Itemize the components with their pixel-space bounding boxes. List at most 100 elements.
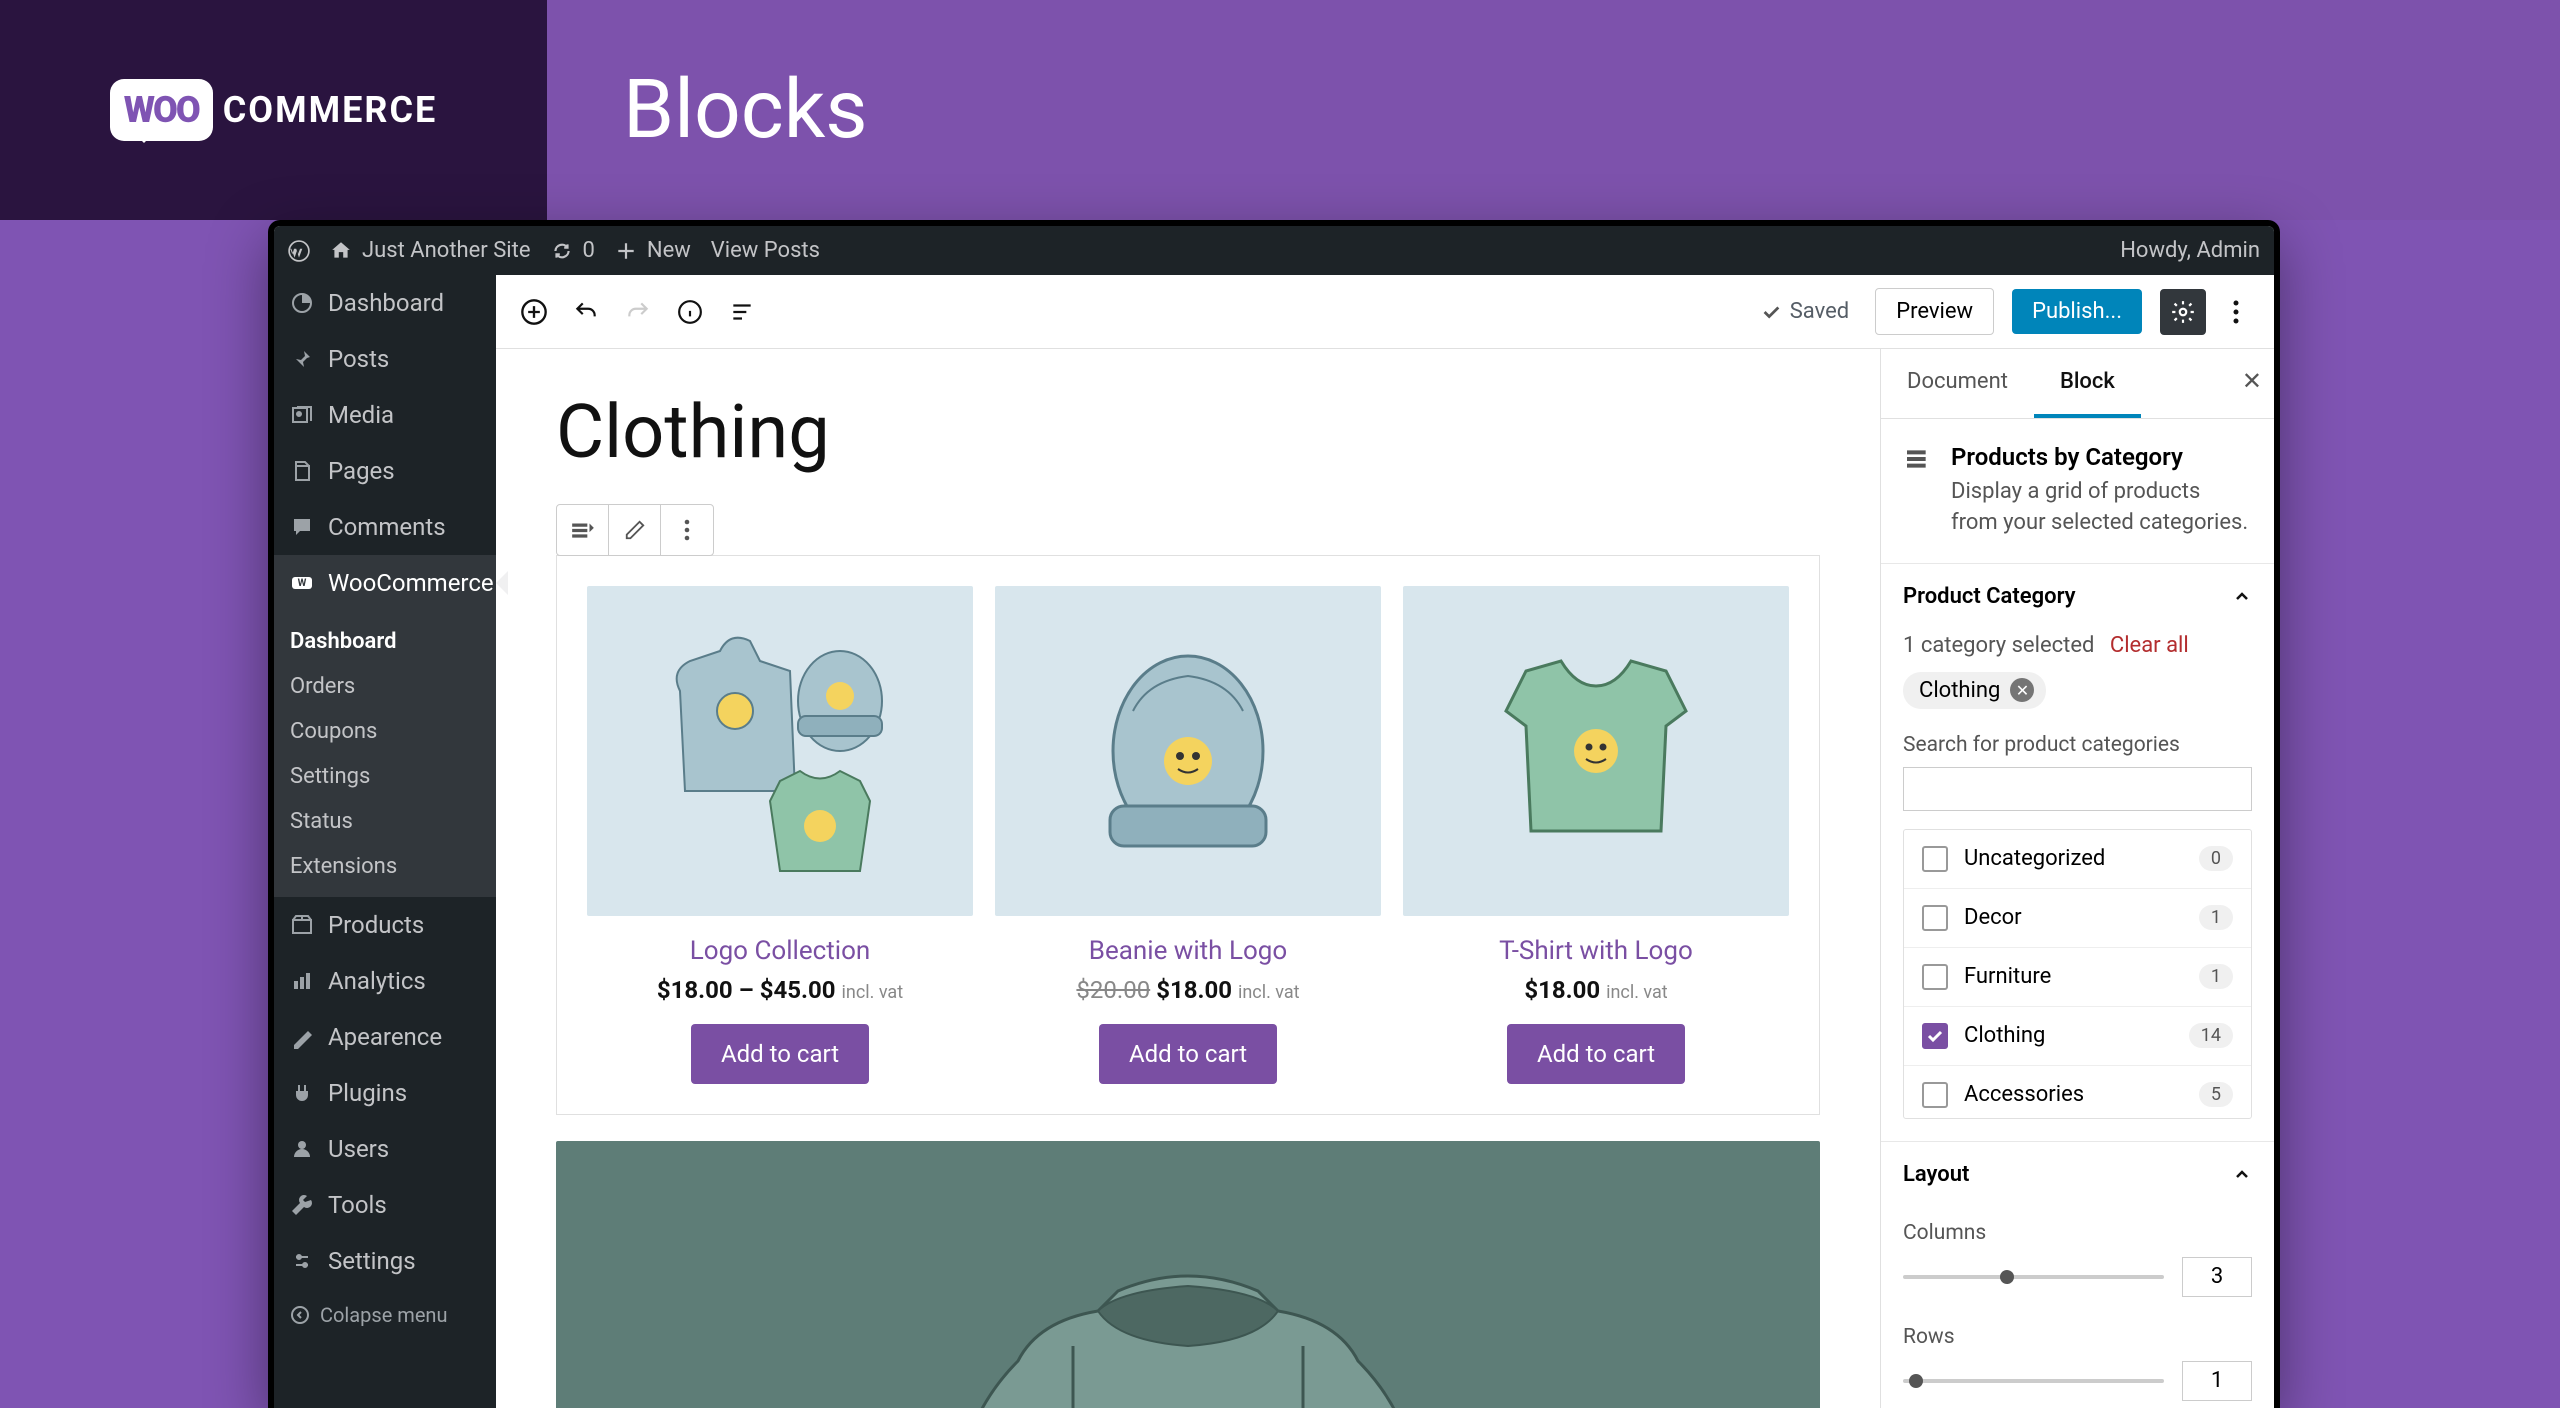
publish-button[interactable]: Publish... [2012,289,2142,334]
more-button[interactable] [2214,290,2258,334]
hero-product-image[interactable]: Long Sleeve Tee [556,1141,1820,1408]
editor-canvas[interactable]: Clothing Logo Collection $18.00 – $45.00… [496,349,1880,1408]
undo-button[interactable] [564,290,608,334]
category-row[interactable]: Clothing 14 [1904,1007,2251,1066]
product-name: Logo Collection [587,936,973,966]
sidebar-sub-extensions[interactable]: Extensions [274,844,496,889]
woo-logo-bubble: WOO [110,79,213,141]
sidebar-item-dashboard[interactable]: Dashboard [274,275,496,331]
page-title: Blocks [623,62,868,158]
product-image [995,586,1381,916]
updates-count: 0 [583,238,595,263]
sidebar-item-analytics[interactable]: Analytics [274,953,496,1009]
columns-slider[interactable] [1903,1275,2164,1279]
product-card[interactable]: Logo Collection $18.00 – $45.00 incl. va… [587,586,973,1084]
category-search-label: Search for product categories [1903,733,2252,757]
info-button[interactable] [668,290,712,334]
category-row[interactable]: Decor 1 [1904,889,2251,948]
collapse-menu-button[interactable]: Colapse menu [274,1289,496,1341]
outline-button[interactable] [720,290,764,334]
sidebar-item-users[interactable]: Users [274,1121,496,1177]
sidebar-item-products[interactable]: Products [274,897,496,953]
sidebar-item-plugins[interactable]: Plugins [274,1065,496,1121]
sidebar-item-tools[interactable]: Tools [274,1177,496,1233]
category-search-input[interactable] [1903,767,2252,811]
clear-all-link[interactable]: Clear all [2110,633,2189,658]
category-count: 14 [2189,1023,2233,1048]
new-link[interactable]: New [615,238,691,263]
updates-link[interactable]: 0 [551,238,595,263]
sidebar-item-posts[interactable]: Posts [274,331,496,387]
block-toolbar [556,504,714,556]
refresh-icon [551,240,573,262]
sidebar-sub-coupons[interactable]: Coupons [274,709,496,754]
sidebar-sub-dashboard[interactable]: Dashboard [274,619,496,664]
preview-button[interactable]: Preview [1875,288,1994,335]
media-icon [290,403,314,427]
saved-indicator: Saved [1760,299,1849,324]
sidebar-item-apearence[interactable]: Apearence [274,1009,496,1065]
tab-block[interactable]: Block [2034,349,2141,418]
product-card[interactable]: T-Shirt with Logo $18.00 incl. vat Add t… [1403,586,1789,1084]
category-label: Accessories [1964,1082,2084,1107]
rows-slider[interactable] [1903,1379,2164,1383]
checkbox-icon [1922,964,1948,990]
tab-document[interactable]: Document [1881,349,2034,418]
view-posts-link[interactable]: View Posts [711,238,820,263]
sidebar-item-media[interactable]: Media [274,387,496,443]
site-link[interactable]: Just Another Site [330,238,531,263]
category-row[interactable]: Furniture 1 [1904,948,2251,1007]
inspector-panel: Document Block ✕ Products by Category Di… [1880,349,2274,1408]
site-name: Just Another Site [362,238,531,263]
post-title[interactable]: Clothing [556,389,1820,476]
sidebar-item-woocommerce[interactable]: WWooCommerce [274,555,496,611]
block-edit-button[interactable] [609,505,661,555]
product-price: $20.00$18.00 incl. vat [995,976,1381,1004]
analytics-icon [290,969,314,993]
block-title: Products by Category [1951,443,2252,471]
sidebar-item-settings[interactable]: Settings [274,1233,496,1289]
wp-logo-icon[interactable] [288,240,310,262]
rows-label: Rows [1903,1325,2252,1349]
home-icon [330,240,352,262]
admin-bar: Just Another Site 0 New View Posts Howdy… [274,226,2274,275]
panel-product-category[interactable]: Product Category [1881,564,2274,629]
sidebar-sub-status[interactable]: Status [274,799,496,844]
add-to-cart-button[interactable]: Add to cart [1507,1024,1685,1084]
category-row[interactable]: Uncategorized 0 [1904,830,2251,889]
sidebar-sub-orders[interactable]: Orders [274,664,496,709]
products-block[interactable]: Logo Collection $18.00 – $45.00 incl. va… [556,555,1820,1115]
settings-toggle[interactable] [2160,289,2206,335]
category-label: Decor [1964,905,2022,930]
remove-chip-button[interactable]: ✕ [2010,678,2034,702]
sidebar-sub-settings[interactable]: Settings [274,754,496,799]
svg-text:W: W [298,578,307,589]
columns-input[interactable] [2182,1257,2252,1297]
rows-input[interactable] [2182,1361,2252,1401]
product-card[interactable]: Beanie with Logo $20.00$18.00 incl. vat … [995,586,1381,1084]
checkbox-icon [1922,905,1948,931]
category-row[interactable]: Accessories 5 [1904,1066,2251,1119]
category-label: Uncategorized [1964,846,2105,871]
add-to-cart-button[interactable]: Add to cart [691,1024,869,1084]
product-image [587,586,973,916]
sidebar-item-comments[interactable]: Comments [274,499,496,555]
category-list: Uncategorized 0 Decor 1 Furniture 1 Clot… [1903,829,2252,1119]
users-icon [290,1137,314,1161]
add-block-button[interactable] [512,290,556,334]
checkbox-icon [1922,1082,1948,1108]
product-image [1403,586,1789,916]
panel-layout[interactable]: Layout [1881,1142,2274,1207]
sidebar-item-pages[interactable]: Pages [274,443,496,499]
chevron-up-icon [2232,1164,2252,1184]
category-label: Clothing [1964,1023,2045,1048]
woo-icon: W [290,571,314,595]
howdy-label[interactable]: Howdy, Admin [2120,238,2260,263]
block-more-button[interactable] [661,505,713,555]
product-price: $18.00 – $45.00 incl. vat [587,976,973,1004]
block-type-button[interactable] [557,505,609,555]
close-inspector-button[interactable]: ✕ [2242,367,2262,395]
category-chip: Clothing ✕ [1903,672,2046,709]
add-to-cart-button[interactable]: Add to cart [1099,1024,1277,1084]
redo-button[interactable] [616,290,660,334]
